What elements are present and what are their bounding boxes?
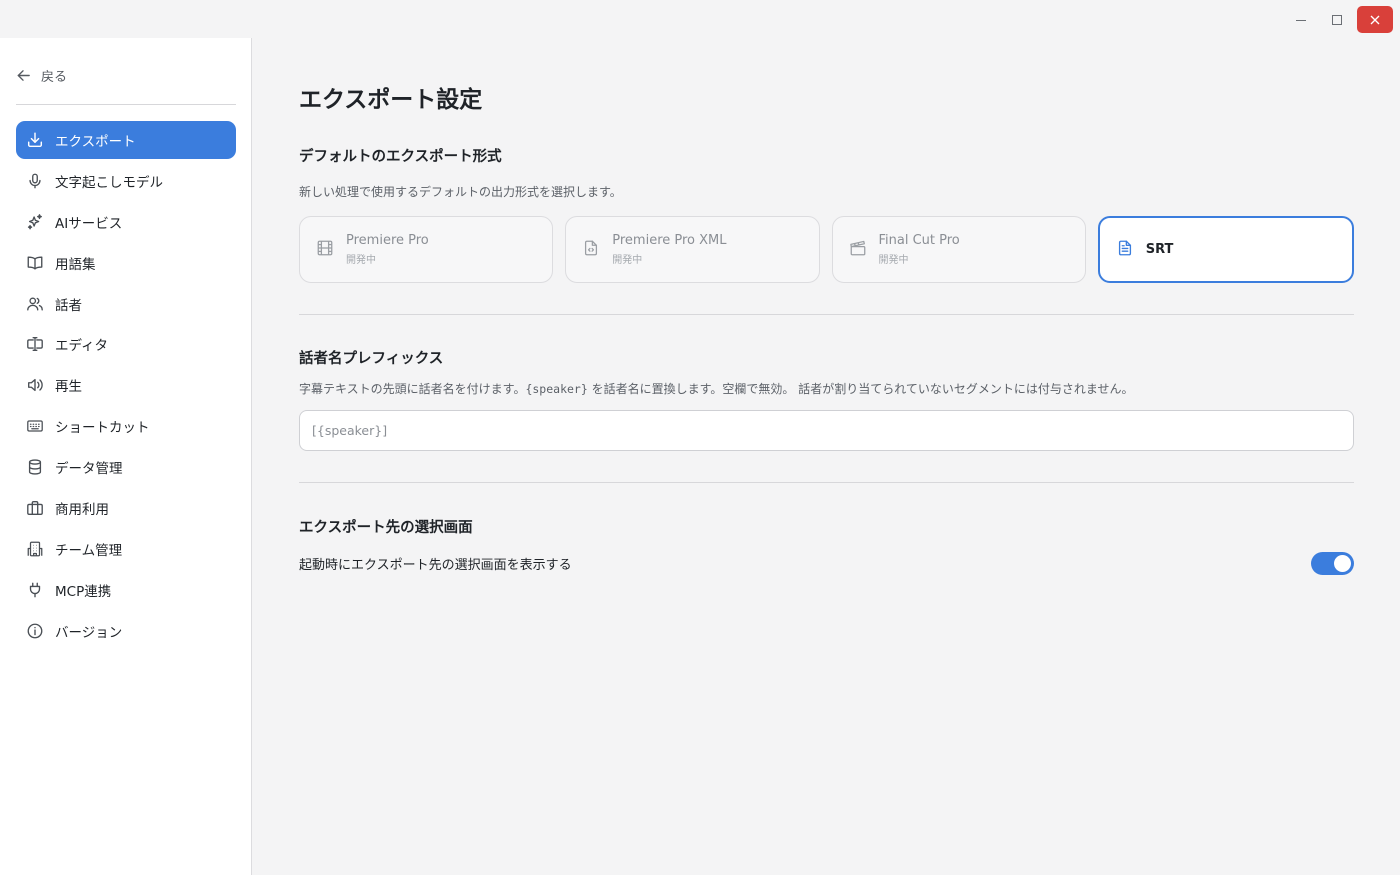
sidebar-item-speakers[interactable]: 話者 bbox=[16, 285, 236, 323]
format-option-label: SRT bbox=[1145, 242, 1174, 257]
section-title-default-format: デフォルトのエクスポート形式 bbox=[299, 149, 502, 165]
plug-icon bbox=[26, 581, 44, 599]
sidebar-item-version[interactable]: バージョン bbox=[16, 612, 236, 650]
section-divider bbox=[299, 482, 1354, 483]
minimize-icon bbox=[1296, 19, 1306, 21]
settings-panel: エクスポート設定 デフォルトのエクスポート形式 新しい処理で使用するデフォルトの… bbox=[253, 38, 1400, 875]
sidebar-item-commercial-use[interactable]: 商用利用 bbox=[16, 489, 236, 527]
database-icon bbox=[26, 458, 44, 476]
sidebar-nav: エクスポート 文字起こしモデル AIサービス 用語集 話者 エディタ 再生 ショ… bbox=[16, 121, 236, 653]
close-button[interactable] bbox=[1357, 6, 1393, 33]
description-code: {speaker} bbox=[525, 382, 588, 396]
sidebar-item-team-management[interactable]: チーム管理 bbox=[16, 530, 236, 568]
section-divider bbox=[299, 314, 1354, 315]
sidebar-item-transcription-model[interactable]: 文字起こしモデル bbox=[16, 162, 236, 200]
sidebar-item-glossary[interactable]: 用語集 bbox=[16, 244, 236, 282]
back-button[interactable]: 戻る bbox=[16, 64, 67, 86]
format-option-status: 開発中 bbox=[346, 255, 376, 266]
description-text: を話者名に置換します。空欄で無効。 話者が割り当てられていないセグメントには付与… bbox=[587, 382, 1134, 396]
arrow-left-icon bbox=[17, 69, 30, 81]
code-file-icon bbox=[582, 239, 600, 261]
sidebar-item-label: 話者 bbox=[55, 297, 82, 314]
microphone-icon bbox=[26, 172, 44, 190]
sidebar-item-ai-service[interactable]: AIサービス bbox=[16, 203, 236, 241]
sidebar-item-mcp-integration[interactable]: MCP連携 bbox=[16, 571, 236, 609]
clapperboard-icon bbox=[849, 239, 867, 261]
minimize-button[interactable] bbox=[1283, 6, 1319, 33]
sidebar: 戻る エクスポート 文字起こしモデル AIサービス 用語集 話者 エディタ 再生… bbox=[0, 38, 252, 875]
description-text: 字幕テキストの先頭に話者名を付けます。 bbox=[299, 382, 526, 396]
sparkles-icon bbox=[26, 213, 44, 231]
back-label: 戻る bbox=[41, 69, 68, 85]
users-icon bbox=[26, 295, 44, 313]
sidebar-item-label: バージョン bbox=[55, 624, 123, 641]
sidebar-divider bbox=[16, 104, 236, 105]
format-option-label: Final Cut Pro bbox=[878, 233, 960, 248]
sidebar-item-label: 文字起こしモデル bbox=[55, 174, 163, 191]
info-icon bbox=[26, 622, 44, 640]
sidebar-item-label: データ管理 bbox=[55, 461, 123, 478]
sidebar-item-data-management[interactable]: データ管理 bbox=[16, 448, 236, 486]
sidebar-item-editor[interactable]: エディタ bbox=[16, 325, 236, 363]
format-option-final-cut-pro[interactable]: Final Cut Pro 開発中 bbox=[831, 216, 1086, 283]
text-cursor-icon bbox=[26, 335, 44, 353]
text-file-icon bbox=[1116, 239, 1134, 261]
title-bar bbox=[0, 0, 1400, 38]
toggle-knob bbox=[1334, 555, 1351, 572]
section-description-default-format: 新しい処理で使用するデフォルトの出力形式を選択します。 bbox=[299, 185, 622, 199]
section-description-speaker-prefix: 字幕テキストの先頭に話者名を付けます。{speaker} を話者名に置換します。… bbox=[299, 380, 1133, 397]
download-icon bbox=[26, 131, 44, 149]
film-icon bbox=[316, 239, 334, 261]
sidebar-item-label: エクスポート bbox=[55, 134, 136, 150]
sidebar-item-label: 用語集 bbox=[55, 256, 96, 273]
format-option-premiere-pro[interactable]: Premiere Pro 開発中 bbox=[299, 216, 554, 283]
close-icon bbox=[1370, 15, 1380, 24]
sidebar-item-shortcuts[interactable]: ショートカット bbox=[16, 407, 236, 445]
show-destination-toggle[interactable] bbox=[1311, 552, 1354, 575]
building-icon bbox=[26, 540, 44, 558]
format-option-label: Premiere Pro bbox=[346, 233, 429, 248]
page-title: エクスポート設定 bbox=[299, 87, 483, 113]
toggle-label: 起動時にエクスポート先の選択画面を表示する bbox=[299, 558, 572, 573]
section-title-speaker-prefix: 話者名プレフィックス bbox=[299, 351, 444, 367]
sidebar-item-label: チーム管理 bbox=[55, 542, 123, 559]
maximize-button[interactable] bbox=[1319, 6, 1355, 33]
sidebar-item-label: AIサービス bbox=[55, 215, 123, 232]
sidebar-item-label: MCP連携 bbox=[55, 583, 112, 600]
format-options: Premiere Pro 開発中 Premiere Pro XML 開発中 Fi… bbox=[299, 216, 1354, 283]
sidebar-item-label: ショートカット bbox=[55, 420, 150, 437]
format-option-srt[interactable]: SRT bbox=[1097, 216, 1354, 283]
format-option-label: Premiere Pro XML bbox=[612, 233, 727, 248]
sidebar-item-label: エディタ bbox=[55, 338, 109, 355]
format-option-premiere-pro-xml[interactable]: Premiere Pro XML 開発中 bbox=[565, 216, 820, 283]
keyboard-icon bbox=[26, 417, 44, 435]
sidebar-item-playback[interactable]: 再生 bbox=[16, 366, 236, 404]
sidebar-item-export[interactable]: エクスポート bbox=[16, 121, 236, 159]
maximize-icon bbox=[1332, 14, 1342, 25]
speaker-icon bbox=[26, 376, 44, 394]
section-title-export-destination: エクスポート先の選択画面 bbox=[299, 520, 473, 536]
book-icon bbox=[26, 254, 44, 272]
format-option-status: 開発中 bbox=[612, 255, 643, 266]
briefcase-icon bbox=[26, 499, 44, 517]
sidebar-item-label: 商用利用 bbox=[55, 502, 109, 519]
speaker-prefix-input[interactable] bbox=[299, 410, 1354, 451]
sidebar-item-label: 再生 bbox=[55, 379, 82, 396]
format-option-status: 開発中 bbox=[878, 255, 909, 266]
